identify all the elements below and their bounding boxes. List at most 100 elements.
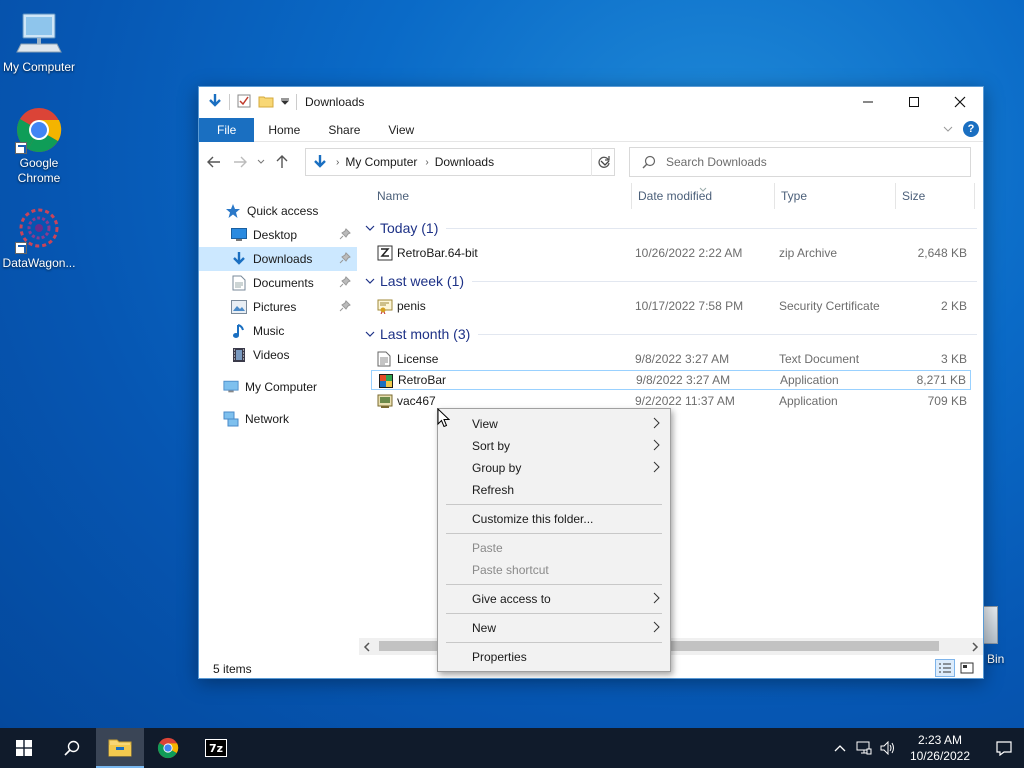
- file-date: 9/2/2022 11:37 AM: [635, 394, 735, 408]
- network-status-button[interactable]: [852, 728, 876, 768]
- quick-access-toolbar: [199, 93, 297, 112]
- customize-toolbar-chevron-icon[interactable]: [280, 95, 290, 109]
- collapse-chevron-icon: [365, 278, 375, 284]
- tab-file[interactable]: File: [199, 117, 255, 142]
- menu-item-refresh[interactable]: Refresh: [438, 479, 670, 501]
- system-tray: 2:23 AM 10/26/2022: [828, 728, 1024, 768]
- sidebar-item-quick-access[interactable]: Quick access: [199, 199, 357, 223]
- address-bar[interactable]: › My Computer › Downloads: [305, 148, 615, 176]
- desktop-icon-google-chrome[interactable]: Google Chrome: [0, 106, 78, 186]
- sidebar-item-downloads[interactable]: Downloads: [199, 247, 357, 271]
- pin-icon[interactable]: [339, 300, 351, 315]
- sidebar-item-label: Documents: [253, 276, 314, 290]
- menu-item-view[interactable]: View: [438, 413, 670, 435]
- properties-icon[interactable]: [236, 93, 252, 112]
- sidebar-item-documents[interactable]: Documents: [199, 271, 357, 295]
- chrome-icon: [15, 106, 63, 154]
- menu-item-customize-folder[interactable]: Customize this folder...: [438, 508, 670, 530]
- file-date: 9/8/2022 3:27 AM: [635, 352, 730, 366]
- file-size: 2,648 KB: [917, 246, 967, 260]
- menu-item-label: Customize this folder...: [472, 512, 594, 526]
- recent-locations-button[interactable]: [255, 151, 267, 173]
- desktop-icon-my-computer[interactable]: My Computer: [0, 10, 78, 75]
- breadcrumb-downloads[interactable]: Downloads: [435, 155, 494, 169]
- menu-item-sort-by[interactable]: Sort by: [438, 435, 670, 457]
- column-divider[interactable]: [974, 183, 975, 209]
- column-divider[interactable]: [895, 183, 896, 209]
- file-name: RetroBar: [398, 373, 447, 387]
- column-header-date-modified[interactable]: Date modified: [638, 179, 712, 213]
- column-header-name[interactable]: Name: [377, 179, 409, 213]
- expand-ribbon-chevron-icon[interactable]: [943, 122, 953, 136]
- column-header-size[interactable]: Size: [902, 179, 925, 213]
- column-divider[interactable]: [774, 183, 775, 209]
- maximize-button[interactable]: [891, 87, 937, 117]
- search-button[interactable]: [48, 728, 96, 768]
- file-name: RetroBar.64-bit: [397, 246, 478, 260]
- minimize-icon: [863, 101, 873, 103]
- back-button[interactable]: [203, 151, 225, 173]
- title-bar[interactable]: Downloads: [199, 87, 983, 117]
- help-icon[interactable]: ?: [963, 121, 979, 137]
- show-hidden-icons-button[interactable]: [828, 728, 852, 768]
- group-header-last-week[interactable]: Last week (1): [365, 272, 977, 290]
- column-divider[interactable]: [631, 183, 632, 209]
- group-divider: [446, 227, 977, 229]
- menu-item-paste-shortcut[interactable]: Paste shortcut: [438, 559, 670, 581]
- sidebar-item-network[interactable]: Network: [199, 407, 357, 431]
- tab-home[interactable]: Home: [254, 118, 314, 142]
- column-header-type[interactable]: Type: [781, 179, 807, 213]
- file-type: Text Document: [779, 352, 860, 366]
- file-row[interactable]: penis 10/17/2022 7:58 PM Security Certif…: [371, 296, 971, 316]
- windows-logo-icon: [16, 740, 32, 756]
- sidebar-item-label: My Computer: [245, 380, 318, 394]
- sidebar-item-my-computer[interactable]: My Computer: [199, 375, 357, 399]
- group-header-today[interactable]: Today (1): [365, 219, 977, 237]
- computer-icon: [15, 10, 63, 58]
- volume-button[interactable]: [876, 728, 900, 768]
- taskbar-chrome[interactable]: [144, 728, 192, 768]
- shortcut-arrow-icon: [15, 142, 27, 154]
- taskbar: 7z 2:23 AM 10/26/2022: [0, 728, 1024, 768]
- file-row[interactable]: License 9/8/2022 3:27 AM Text Document 3…: [371, 349, 971, 369]
- scroll-left-icon[interactable]: [363, 641, 371, 655]
- clock[interactable]: 2:23 AM 10/26/2022: [910, 732, 970, 764]
- tab-share[interactable]: Share: [314, 118, 374, 142]
- group-header-last-month[interactable]: Last month (3): [365, 325, 977, 343]
- download-folder-icon: [312, 154, 328, 170]
- close-button[interactable]: [937, 87, 983, 117]
- new-folder-icon[interactable]: [258, 93, 274, 112]
- taskbar-file-explorer[interactable]: [96, 728, 144, 768]
- tab-view[interactable]: View: [374, 118, 428, 142]
- sidebar-item-videos[interactable]: Videos: [199, 343, 357, 367]
- breadcrumb-my-computer[interactable]: My Computer: [345, 155, 417, 169]
- menu-item-paste[interactable]: Paste: [438, 537, 670, 559]
- file-date: 9/8/2022 3:27 AM: [636, 373, 731, 387]
- notifications-button[interactable]: [984, 728, 1024, 768]
- up-button[interactable]: [271, 151, 293, 173]
- menu-item-group-by[interactable]: Group by: [438, 457, 670, 479]
- desktop-icon-datawagon[interactable]: DataWagon...: [0, 206, 78, 271]
- menu-item-properties[interactable]: Properties: [438, 646, 670, 668]
- menu-item-new[interactable]: New: [438, 617, 670, 639]
- sidebar-item-pictures[interactable]: Pictures: [199, 295, 357, 319]
- pin-icon[interactable]: [339, 276, 351, 291]
- menu-item-give-access-to[interactable]: Give access to: [438, 588, 670, 610]
- recycle-bin-label: Bin: [987, 652, 1005, 666]
- taskbar-7zip[interactable]: 7z: [192, 728, 240, 768]
- file-row[interactable]: RetroBar.64-bit 10/26/2022 2:22 AM zip A…: [371, 243, 971, 263]
- large-icons-view-button[interactable]: [957, 659, 977, 677]
- pin-icon[interactable]: [339, 252, 351, 267]
- pin-icon[interactable]: [339, 228, 351, 243]
- forward-button[interactable]: [229, 151, 251, 173]
- start-button[interactable]: [0, 728, 48, 768]
- scroll-right-icon[interactable]: [971, 641, 979, 655]
- sidebar-item-desktop[interactable]: Desktop: [199, 223, 357, 247]
- minimize-button[interactable]: [845, 87, 891, 117]
- refresh-button[interactable]: [591, 148, 615, 176]
- details-view-button[interactable]: [935, 659, 955, 677]
- search-input[interactable]: Search Downloads: [629, 147, 971, 177]
- sidebar-item-music[interactable]: Music: [199, 319, 357, 343]
- item-count: 5 items: [213, 662, 252, 676]
- file-row-selected[interactable]: RetroBar 9/8/2022 3:27 AM Application 8,…: [371, 370, 971, 390]
